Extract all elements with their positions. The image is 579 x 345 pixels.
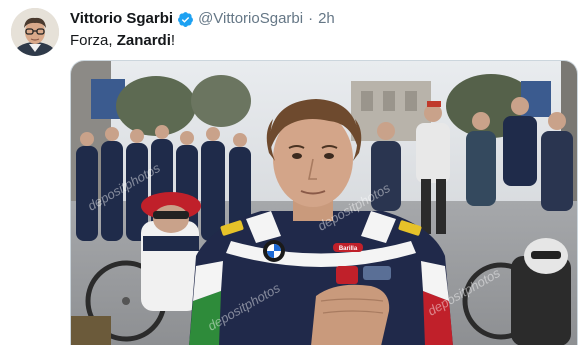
author-avatar[interactable] — [11, 8, 59, 56]
tweet-timestamp[interactable]: 2h — [318, 10, 335, 28]
tweet-card[interactable]: Vittorio Sgarbi @VittorioSgarbi · 2h For… — [0, 0, 579, 345]
tweet-text: Forza, Zanardi! — [70, 32, 175, 50]
tweet-photo[interactable]: Barilla depositphotos depositphotos depo… — [70, 60, 578, 345]
tweet-header: Vittorio Sgarbi @VittorioSgarbi · 2h — [70, 10, 335, 28]
tweet-text-mention: Zanardi — [116, 32, 171, 49]
tweet-text-prefix: Forza, — [70, 32, 117, 49]
separator-dot: · — [308, 10, 314, 27]
jersey-sponsor-label: Barilla — [339, 246, 358, 252]
author-handle[interactable]: @VittorioSgarbi — [198, 10, 303, 28]
author-name[interactable]: Vittorio Sgarbi — [70, 10, 173, 28]
verified-badge-icon — [177, 11, 194, 28]
tweet-text-suffix: ! — [170, 32, 176, 49]
